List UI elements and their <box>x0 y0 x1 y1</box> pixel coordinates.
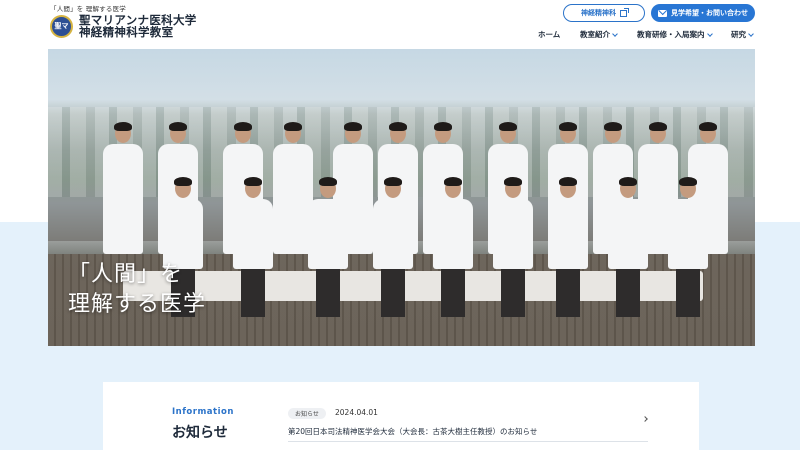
info-heading-ja: お知らせ <box>172 425 228 441</box>
person-legs <box>441 269 465 317</box>
news-date: 2024.04.01 <box>335 408 378 417</box>
hero-headline-line1: 「人間」を <box>68 262 184 287</box>
person-figure <box>493 199 533 269</box>
nav-item-education[interactable]: 教育研修・入局案内 <box>637 29 713 40</box>
news-divider <box>288 441 648 442</box>
person-hair <box>699 122 717 131</box>
person-hair <box>559 177 577 186</box>
header-tagline: 「人間」を 理解する医学 <box>50 5 126 13</box>
chevron-down-icon <box>748 30 754 37</box>
person-hair <box>679 177 697 186</box>
nav-item-home[interactable]: ホーム <box>538 29 560 40</box>
person-hair <box>174 177 192 186</box>
hero-headline: 「人間」を 理解する医学 <box>68 260 206 320</box>
person-hair <box>319 177 337 186</box>
person-hair <box>499 122 517 131</box>
news-title-link[interactable]: 第20回日本司法精神医学会大会（大会長：古茶大樹主任教授）のお知らせ <box>288 426 537 437</box>
news-category-badge: お知らせ <box>288 408 326 419</box>
chevron-down-icon <box>612 30 618 37</box>
main-nav: ホーム 教室紹介 教育研修・入局案内 研究 <box>0 29 800 41</box>
person-hair <box>619 177 637 186</box>
nav-item-label: 教育研修・入局案内 <box>637 30 705 39</box>
person-legs <box>381 269 405 317</box>
person-hair <box>649 122 667 131</box>
information-section: Information お知らせ お知らせ 2024.04.01 第20回日本司… <box>103 382 699 450</box>
person-hair <box>234 122 252 131</box>
person-legs <box>556 269 580 317</box>
hero-image: 「人間」を 理解する医学 <box>48 49 755 346</box>
info-heading-en: Information <box>172 407 234 417</box>
nav-item-research[interactable]: 研究 <box>731 29 754 40</box>
person-hair <box>169 122 187 131</box>
person-hair <box>434 122 452 131</box>
person-hair <box>244 177 262 186</box>
chevron-right-icon[interactable] <box>642 416 648 422</box>
person-figure <box>668 199 708 269</box>
chevron-down-icon <box>706 30 713 37</box>
hero-headline-line2: 理解する医学 <box>68 292 207 317</box>
person-figure <box>163 199 203 269</box>
person-hair <box>384 177 402 186</box>
person-figure <box>308 199 348 269</box>
nav-item-label: 教室紹介 <box>580 30 610 39</box>
person-figure <box>233 199 273 269</box>
contact-button-label: 見学希望・お問い合わせ <box>671 9 748 17</box>
person-hair <box>504 177 522 186</box>
person-figure <box>433 199 473 269</box>
person-legs <box>676 269 700 317</box>
person-hair <box>389 122 407 131</box>
person-hair <box>559 122 577 131</box>
nav-item-label: ホーム <box>538 30 561 39</box>
person-figure <box>548 199 588 269</box>
nav-item-label: 研究 <box>731 30 746 39</box>
external-link-icon <box>620 7 629 17</box>
mail-icon <box>658 9 667 17</box>
person-hair <box>344 122 362 131</box>
person-figure <box>103 144 143 254</box>
person-legs <box>241 269 265 317</box>
page: 「人間」を 理解する医学 聖マ 聖マリアンナ医科大学 神経精神科学教室 神経精神… <box>0 0 800 450</box>
person-hair <box>114 122 132 131</box>
contact-button[interactable]: 見学希望・お問い合わせ <box>651 4 755 22</box>
person-hair <box>444 177 462 186</box>
person-hair <box>284 122 302 131</box>
person-figure <box>608 199 648 269</box>
person-figure <box>273 144 313 254</box>
psychiatry-button-label: 神経精神科 <box>581 9 616 17</box>
person-figure <box>373 199 413 269</box>
person-legs <box>316 269 340 317</box>
person-legs <box>616 269 640 317</box>
person-hair <box>604 122 622 131</box>
person-legs <box>501 269 525 317</box>
psychiatry-link-button[interactable]: 神経精神科 <box>563 4 645 22</box>
nav-item-about[interactable]: 教室紹介 <box>580 29 618 40</box>
